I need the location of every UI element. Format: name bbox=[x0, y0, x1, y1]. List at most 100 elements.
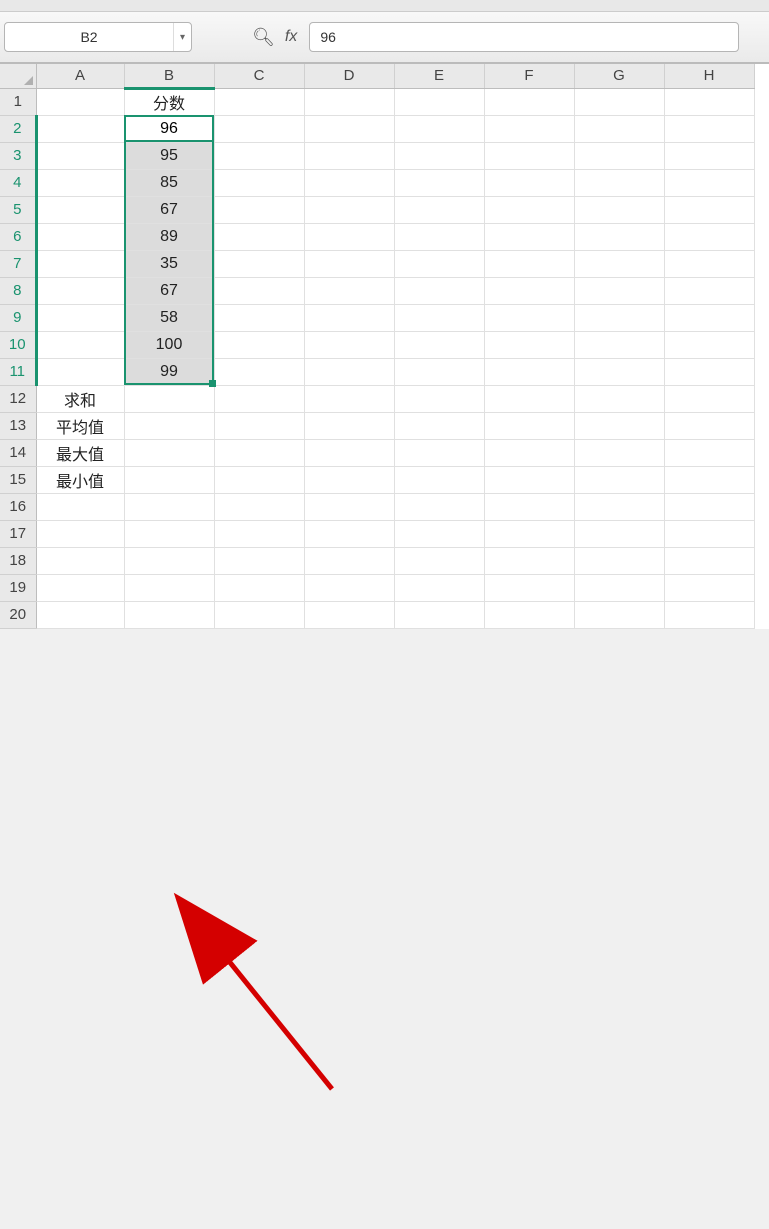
row-header-2[interactable]: 2 bbox=[0, 115, 36, 142]
cell-H3[interactable] bbox=[664, 142, 754, 169]
cell-B11[interactable]: 99 bbox=[124, 358, 214, 385]
magnify-icon[interactable]: 🔍︎ bbox=[252, 27, 275, 48]
cell-D2[interactable] bbox=[304, 115, 394, 142]
cell-F5[interactable] bbox=[484, 196, 574, 223]
cell-G2[interactable] bbox=[574, 115, 664, 142]
cell-D17[interactable] bbox=[304, 520, 394, 547]
cell-F20[interactable] bbox=[484, 601, 574, 628]
cell-D18[interactable] bbox=[304, 547, 394, 574]
cell-A12[interactable]: 求和 bbox=[36, 385, 124, 412]
cell-G8[interactable] bbox=[574, 277, 664, 304]
cell-H9[interactable] bbox=[664, 304, 754, 331]
cell-A5[interactable] bbox=[36, 196, 124, 223]
select-all-corner[interactable] bbox=[0, 64, 36, 88]
cell-F12[interactable] bbox=[484, 385, 574, 412]
cell-E11[interactable] bbox=[394, 358, 484, 385]
cell-G15[interactable] bbox=[574, 466, 664, 493]
cell-A8[interactable] bbox=[36, 277, 124, 304]
cell-C10[interactable] bbox=[214, 331, 304, 358]
cell-B2[interactable]: 96 bbox=[124, 115, 214, 142]
name-box-dropdown-icon[interactable]: ▾ bbox=[173, 23, 191, 51]
cell-B3[interactable]: 95 bbox=[124, 142, 214, 169]
cell-F19[interactable] bbox=[484, 574, 574, 601]
cell-A13[interactable]: 平均值 bbox=[36, 412, 124, 439]
cell-H4[interactable] bbox=[664, 169, 754, 196]
cell-F14[interactable] bbox=[484, 439, 574, 466]
cell-B5[interactable]: 67 bbox=[124, 196, 214, 223]
cell-B18[interactable] bbox=[124, 547, 214, 574]
cell-E8[interactable] bbox=[394, 277, 484, 304]
cell-D4[interactable] bbox=[304, 169, 394, 196]
cell-H7[interactable] bbox=[664, 250, 754, 277]
cell-F18[interactable] bbox=[484, 547, 574, 574]
cell-D15[interactable] bbox=[304, 466, 394, 493]
cell-D1[interactable] bbox=[304, 88, 394, 115]
row-header-7[interactable]: 7 bbox=[0, 250, 36, 277]
cell-D7[interactable] bbox=[304, 250, 394, 277]
column-header-A[interactable]: A bbox=[36, 64, 124, 88]
cell-D20[interactable] bbox=[304, 601, 394, 628]
cell-F3[interactable] bbox=[484, 142, 574, 169]
cell-A20[interactable] bbox=[36, 601, 124, 628]
column-header-D[interactable]: D bbox=[304, 64, 394, 88]
cell-G18[interactable] bbox=[574, 547, 664, 574]
cell-E9[interactable] bbox=[394, 304, 484, 331]
grid-table[interactable]: ABCDEFGH1分数29639548556768973586795810100… bbox=[0, 64, 755, 629]
cell-H17[interactable] bbox=[664, 520, 754, 547]
row-header-5[interactable]: 5 bbox=[0, 196, 36, 223]
cell-B12[interactable] bbox=[124, 385, 214, 412]
row-header-20[interactable]: 20 bbox=[0, 601, 36, 628]
cell-G20[interactable] bbox=[574, 601, 664, 628]
row-header-1[interactable]: 1 bbox=[0, 88, 36, 115]
column-header-B[interactable]: B bbox=[124, 64, 214, 88]
cell-A19[interactable] bbox=[36, 574, 124, 601]
cell-A6[interactable] bbox=[36, 223, 124, 250]
cell-D13[interactable] bbox=[304, 412, 394, 439]
row-header-10[interactable]: 10 bbox=[0, 331, 36, 358]
cell-D10[interactable] bbox=[304, 331, 394, 358]
cell-D9[interactable] bbox=[304, 304, 394, 331]
row-header-9[interactable]: 9 bbox=[0, 304, 36, 331]
cell-C17[interactable] bbox=[214, 520, 304, 547]
cell-B7[interactable]: 35 bbox=[124, 250, 214, 277]
cell-A17[interactable] bbox=[36, 520, 124, 547]
cell-C15[interactable] bbox=[214, 466, 304, 493]
formula-input[interactable]: 96 bbox=[309, 22, 739, 52]
cell-E3[interactable] bbox=[394, 142, 484, 169]
cell-B10[interactable]: 100 bbox=[124, 331, 214, 358]
cell-H2[interactable] bbox=[664, 115, 754, 142]
cell-B15[interactable] bbox=[124, 466, 214, 493]
cell-C7[interactable] bbox=[214, 250, 304, 277]
cell-A18[interactable] bbox=[36, 547, 124, 574]
cell-E4[interactable] bbox=[394, 169, 484, 196]
cell-G5[interactable] bbox=[574, 196, 664, 223]
cell-D6[interactable] bbox=[304, 223, 394, 250]
cell-E10[interactable] bbox=[394, 331, 484, 358]
cell-D14[interactable] bbox=[304, 439, 394, 466]
cell-A7[interactable] bbox=[36, 250, 124, 277]
cell-H14[interactable] bbox=[664, 439, 754, 466]
cell-C1[interactable] bbox=[214, 88, 304, 115]
cell-F8[interactable] bbox=[484, 277, 574, 304]
cell-A9[interactable] bbox=[36, 304, 124, 331]
cell-C16[interactable] bbox=[214, 493, 304, 520]
cell-F11[interactable] bbox=[484, 358, 574, 385]
cell-G4[interactable] bbox=[574, 169, 664, 196]
cell-F10[interactable] bbox=[484, 331, 574, 358]
cell-H10[interactable] bbox=[664, 331, 754, 358]
cell-B1[interactable]: 分数 bbox=[124, 88, 214, 115]
cell-B8[interactable]: 67 bbox=[124, 277, 214, 304]
cell-F6[interactable] bbox=[484, 223, 574, 250]
cell-B13[interactable] bbox=[124, 412, 214, 439]
cell-C20[interactable] bbox=[214, 601, 304, 628]
cell-H13[interactable] bbox=[664, 412, 754, 439]
cell-E16[interactable] bbox=[394, 493, 484, 520]
row-header-18[interactable]: 18 bbox=[0, 547, 36, 574]
cell-F16[interactable] bbox=[484, 493, 574, 520]
cell-A15[interactable]: 最小值 bbox=[36, 466, 124, 493]
worksheet[interactable]: ABCDEFGH1分数29639548556768973586795810100… bbox=[0, 64, 769, 629]
row-header-4[interactable]: 4 bbox=[0, 169, 36, 196]
cell-E12[interactable] bbox=[394, 385, 484, 412]
cell-A16[interactable] bbox=[36, 493, 124, 520]
cell-C13[interactable] bbox=[214, 412, 304, 439]
